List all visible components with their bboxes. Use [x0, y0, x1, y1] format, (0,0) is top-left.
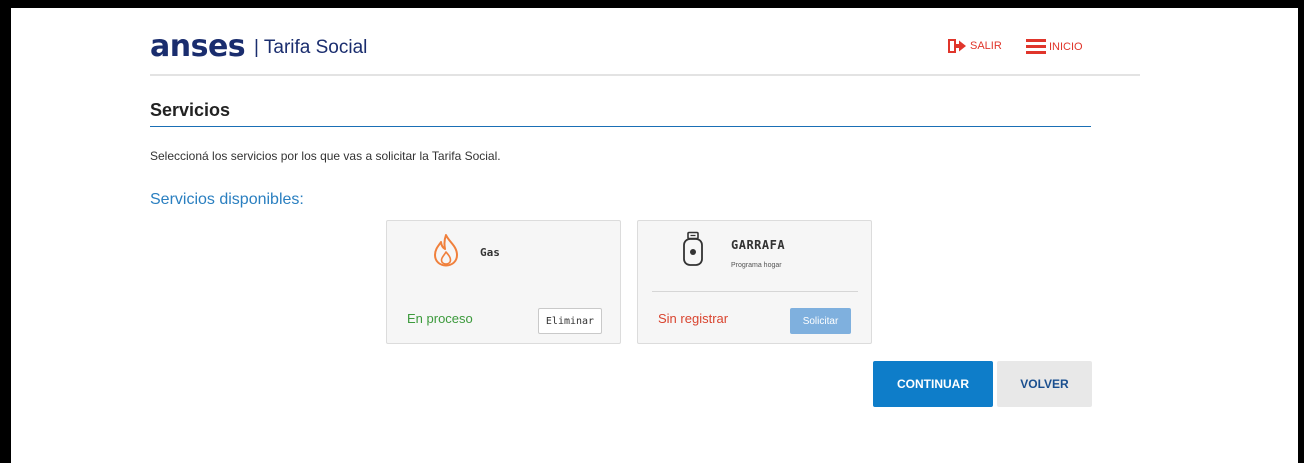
service-status: En proceso	[407, 311, 473, 326]
service-card-garrafa: GARRAFA Programa hogar Sin registrar Sol…	[637, 220, 872, 344]
available-services-heading: Servicios disponibles:	[150, 191, 304, 208]
intro-text: Seleccioná los servicios por los que vas…	[150, 149, 501, 163]
salir-label: SALIR	[970, 40, 1002, 52]
inicio-label: INICIO	[1049, 40, 1083, 53]
screenshot-frame-right	[1298, 0, 1304, 463]
service-status: Sin registrar	[658, 311, 729, 326]
salir-link[interactable]: SALIR	[948, 39, 1002, 53]
header-divider	[150, 74, 1140, 76]
solicitar-button[interactable]: Solicitar	[790, 308, 851, 334]
volver-button[interactable]: VOLVER	[997, 361, 1092, 407]
eliminar-button[interactable]: Eliminar	[538, 308, 602, 334]
card-divider	[652, 291, 858, 292]
service-name: GARRAFA	[731, 238, 786, 252]
gas-cylinder-icon	[683, 231, 703, 266]
screenshot-frame-left	[0, 0, 11, 463]
service-subtitle: Programa hogar	[731, 262, 782, 269]
inicio-link[interactable]: INICIO	[1026, 39, 1083, 54]
service-card-gas: Gas En proceso Eliminar	[386, 220, 621, 344]
logout-icon	[948, 39, 966, 53]
site-header: anses | Tarifa Social SALIR INICIO	[150, 28, 1140, 74]
continuar-button[interactable]: CONTINUAR	[873, 361, 993, 407]
anses-logo[interactable]: anses	[150, 32, 246, 62]
service-name: Gas	[480, 246, 500, 259]
page-title: Servicios	[150, 100, 231, 120]
flame-icon	[434, 234, 458, 267]
app-title: | Tarifa Social	[254, 37, 368, 58]
hamburger-menu-icon	[1026, 39, 1046, 54]
title-underline	[150, 126, 1091, 127]
screenshot-frame-top	[0, 0, 1304, 8]
